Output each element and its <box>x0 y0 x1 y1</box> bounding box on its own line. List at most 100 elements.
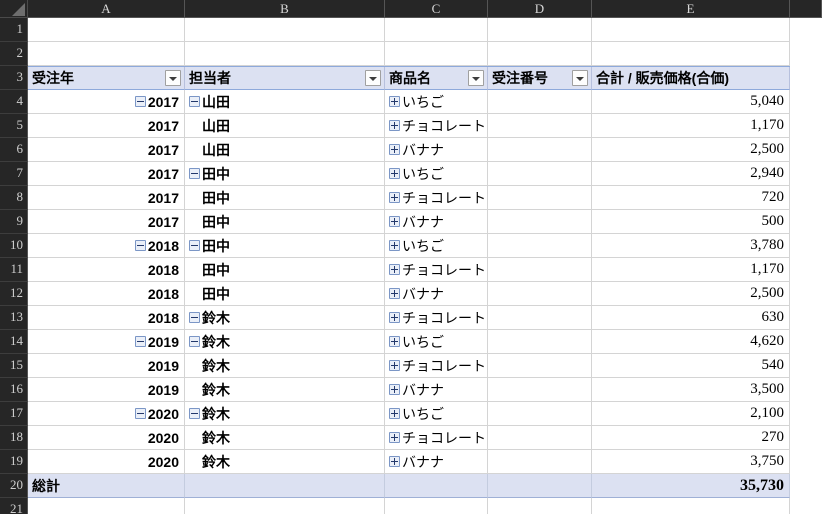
year-10-collapse-icon[interactable] <box>134 240 146 251</box>
person-label: 鈴木 <box>202 333 230 350</box>
row-header-15[interactable]: 15 <box>0 354 28 378</box>
product-11-expand-icon[interactable] <box>389 264 400 275</box>
filter-dropdown-icon-2[interactable] <box>468 70 484 86</box>
year-16-spacer <box>135 384 148 395</box>
product-4-expand-icon[interactable] <box>389 96 400 107</box>
product-13-expand-icon[interactable] <box>389 312 400 323</box>
product-17-expand-icon[interactable] <box>389 408 400 419</box>
empty-cell <box>488 498 592 514</box>
grand-total-cell-1 <box>185 474 385 498</box>
product-18-expand-icon[interactable] <box>389 432 400 443</box>
pivot-cell-person: 田中 <box>185 282 385 306</box>
row-header-13[interactable]: 13 <box>0 306 28 330</box>
person-18-spacer <box>189 432 202 443</box>
order-no-cell-content <box>488 258 591 281</box>
column-header-d[interactable]: D <box>488 0 592 18</box>
product-15-expand-icon[interactable] <box>389 360 400 371</box>
pivot-cell-order-no <box>488 426 592 450</box>
order-no-cell-content <box>488 354 591 377</box>
row-header-4[interactable]: 4 <box>0 90 28 114</box>
product-5-expand-icon[interactable] <box>389 120 400 131</box>
product-19-expand-icon[interactable] <box>389 456 400 467</box>
product-9-expand-icon[interactable] <box>389 216 400 227</box>
value-cell-content: 3,750 <box>592 450 789 473</box>
pivot-cell-order-no <box>488 306 592 330</box>
product-16-expand-icon[interactable] <box>389 384 400 395</box>
person-14-collapse-icon[interactable] <box>189 336 200 347</box>
column-header-a[interactable]: A <box>28 0 185 18</box>
pivot-cell-product: バナナ <box>385 450 488 474</box>
filter-dropdown-icon-1[interactable] <box>365 70 381 86</box>
person-cell-content: 鈴木 <box>185 450 384 473</box>
person-5-spacer <box>189 120 202 131</box>
row-header-3[interactable]: 3 <box>0 66 28 90</box>
person-12-spacer <box>189 288 202 299</box>
filter-dropdown-icon-3[interactable] <box>572 70 588 86</box>
row-header-19[interactable]: 19 <box>0 450 28 474</box>
person-7-collapse-icon[interactable] <box>189 168 200 179</box>
pivot-cell-year: 2020 <box>28 402 185 426</box>
product-14-expand-icon[interactable] <box>389 336 400 347</box>
product-cell-content: チョコレート <box>385 186 487 209</box>
product-10-expand-icon[interactable] <box>389 240 400 251</box>
row-header-6[interactable]: 6 <box>0 138 28 162</box>
row-header-11[interactable]: 11 <box>0 258 28 282</box>
pivot-cell-order-no <box>488 450 592 474</box>
column-header-b[interactable]: B <box>185 0 385 18</box>
column-header-e[interactable]: E <box>592 0 790 18</box>
product-cell-content: チョコレート <box>385 258 487 281</box>
row-header-2[interactable]: 2 <box>0 42 28 66</box>
person-10-collapse-icon[interactable] <box>189 240 200 251</box>
pivot-cell-person: 鈴木 <box>185 378 385 402</box>
row-header-17[interactable]: 17 <box>0 402 28 426</box>
person-cell-content: 田中 <box>185 210 384 233</box>
row-header-7[interactable]: 7 <box>0 162 28 186</box>
pivot-cell-person: 山田 <box>185 114 385 138</box>
person-label: 鈴木 <box>202 429 230 446</box>
person-13-collapse-icon[interactable] <box>189 312 200 323</box>
product-7-expand-icon[interactable] <box>389 168 400 179</box>
row-header-8[interactable]: 8 <box>0 186 28 210</box>
order-no-cell-content <box>488 114 591 137</box>
empty-cell <box>592 42 790 66</box>
row-header-1[interactable]: 1 <box>0 18 28 42</box>
product-cell-content: チョコレート <box>385 354 487 377</box>
year-label: 2018 <box>147 285 179 302</box>
value-cell-content: 3,780 <box>592 234 789 257</box>
year-cell-content: 2020 <box>28 426 184 449</box>
column-header-c[interactable]: C <box>385 0 488 18</box>
row-header-18[interactable]: 18 <box>0 426 28 450</box>
row-header-21[interactable]: 21 <box>0 498 28 514</box>
row-header-20[interactable]: 20 <box>0 474 28 498</box>
product-12-expand-icon[interactable] <box>389 288 400 299</box>
product-label: バナナ <box>402 285 444 302</box>
pivot-cell-person: 鈴木 <box>185 354 385 378</box>
row-header-12[interactable]: 12 <box>0 282 28 306</box>
year-11-spacer <box>135 264 148 275</box>
pivot-cell-year: 2019 <box>28 378 185 402</box>
pivot-cell-order-no <box>488 402 592 426</box>
grand-total-cell-0: 総計 <box>28 474 185 498</box>
pivot-cell-product: バナナ <box>385 210 488 234</box>
year-4-collapse-icon[interactable] <box>134 96 146 107</box>
person-17-collapse-icon[interactable] <box>189 408 200 419</box>
person-4-collapse-icon[interactable] <box>189 96 200 107</box>
value-cell-content: 2,500 <box>592 138 789 161</box>
row-header-16[interactable]: 16 <box>0 378 28 402</box>
row-header-14[interactable]: 14 <box>0 330 28 354</box>
year-17-collapse-icon[interactable] <box>134 408 146 419</box>
product-8-expand-icon[interactable] <box>389 192 400 203</box>
empty-cell <box>28 498 185 514</box>
product-label: チョコレート <box>402 429 486 446</box>
filter-dropdown-icon-0[interactable] <box>165 70 181 86</box>
person-cell-content: 鈴木 <box>185 306 384 329</box>
select-all-corner[interactable] <box>0 0 28 18</box>
person-cell-content: 田中 <box>185 162 384 185</box>
row-header-10[interactable]: 10 <box>0 234 28 258</box>
year-7-spacer <box>135 168 148 179</box>
product-cell-content: バナナ <box>385 210 487 233</box>
product-6-expand-icon[interactable] <box>389 144 400 155</box>
year-14-collapse-icon[interactable] <box>134 336 146 347</box>
row-header-5[interactable]: 5 <box>0 114 28 138</box>
row-header-9[interactable]: 9 <box>0 210 28 234</box>
